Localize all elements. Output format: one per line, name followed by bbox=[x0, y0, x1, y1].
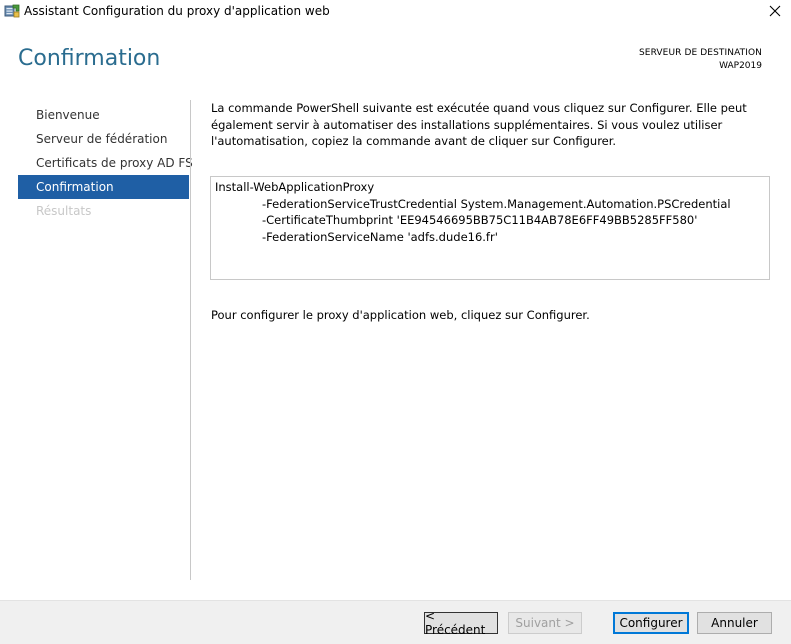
close-icon bbox=[769, 2, 781, 21]
nav-item-confirmation[interactable]: Confirmation bbox=[18, 175, 189, 199]
powershell-command-box[interactable]: Install-WebApplicationProxy -FederationS… bbox=[210, 176, 770, 280]
nav-item-resultats: Résultats bbox=[36, 204, 92, 218]
intro-text: La commande PowerShell suivante est exéc… bbox=[211, 101, 747, 148]
nav-item-serveur-federation[interactable]: Serveur de fédération bbox=[18, 127, 189, 151]
close-button[interactable] bbox=[759, 0, 791, 22]
next-button[interactable]: Suivant > bbox=[508, 612, 582, 634]
title-bar: Assistant Configuration du proxy d'appli… bbox=[0, 0, 791, 22]
command-line: -CertificateThumbprint 'EE94546695BB75C1… bbox=[262, 213, 698, 227]
destination-server-name: WAP2019 bbox=[719, 61, 762, 71]
nav-item-bienvenue[interactable]: Bienvenue bbox=[18, 103, 189, 127]
wizard-nav: Bienvenue Serveur de fédération Certific… bbox=[18, 103, 193, 223]
command-line: Install-WebApplicationProxy bbox=[215, 180, 375, 194]
command-line: -FederationServiceName 'adfs.dude16.fr' bbox=[262, 229, 498, 244]
window-title: Assistant Configuration du proxy d'appli… bbox=[24, 4, 330, 18]
wizard-window: Assistant Configuration du proxy d'appli… bbox=[0, 0, 791, 644]
previous-button[interactable]: < Précédent bbox=[424, 609, 498, 637]
destination-server-label: SERVEUR DE DESTINATION bbox=[638, 48, 762, 58]
nav-item-certificats-proxy[interactable]: Certificats de proxy AD FS bbox=[18, 151, 193, 175]
server-wizard-icon bbox=[4, 3, 20, 19]
command-line: -FederationServiceTrustCredential System… bbox=[262, 196, 731, 211]
configure-instruction: Pour configurer le proxy d'application w… bbox=[211, 308, 590, 322]
button-bar: < Précédent Suivant > Configurer Annuler bbox=[0, 600, 791, 644]
nav-divider bbox=[190, 100, 191, 580]
configure-button[interactable]: Configurer bbox=[613, 612, 689, 634]
page-title: Confirmation bbox=[18, 46, 161, 71]
cancel-button[interactable]: Annuler bbox=[697, 612, 772, 634]
